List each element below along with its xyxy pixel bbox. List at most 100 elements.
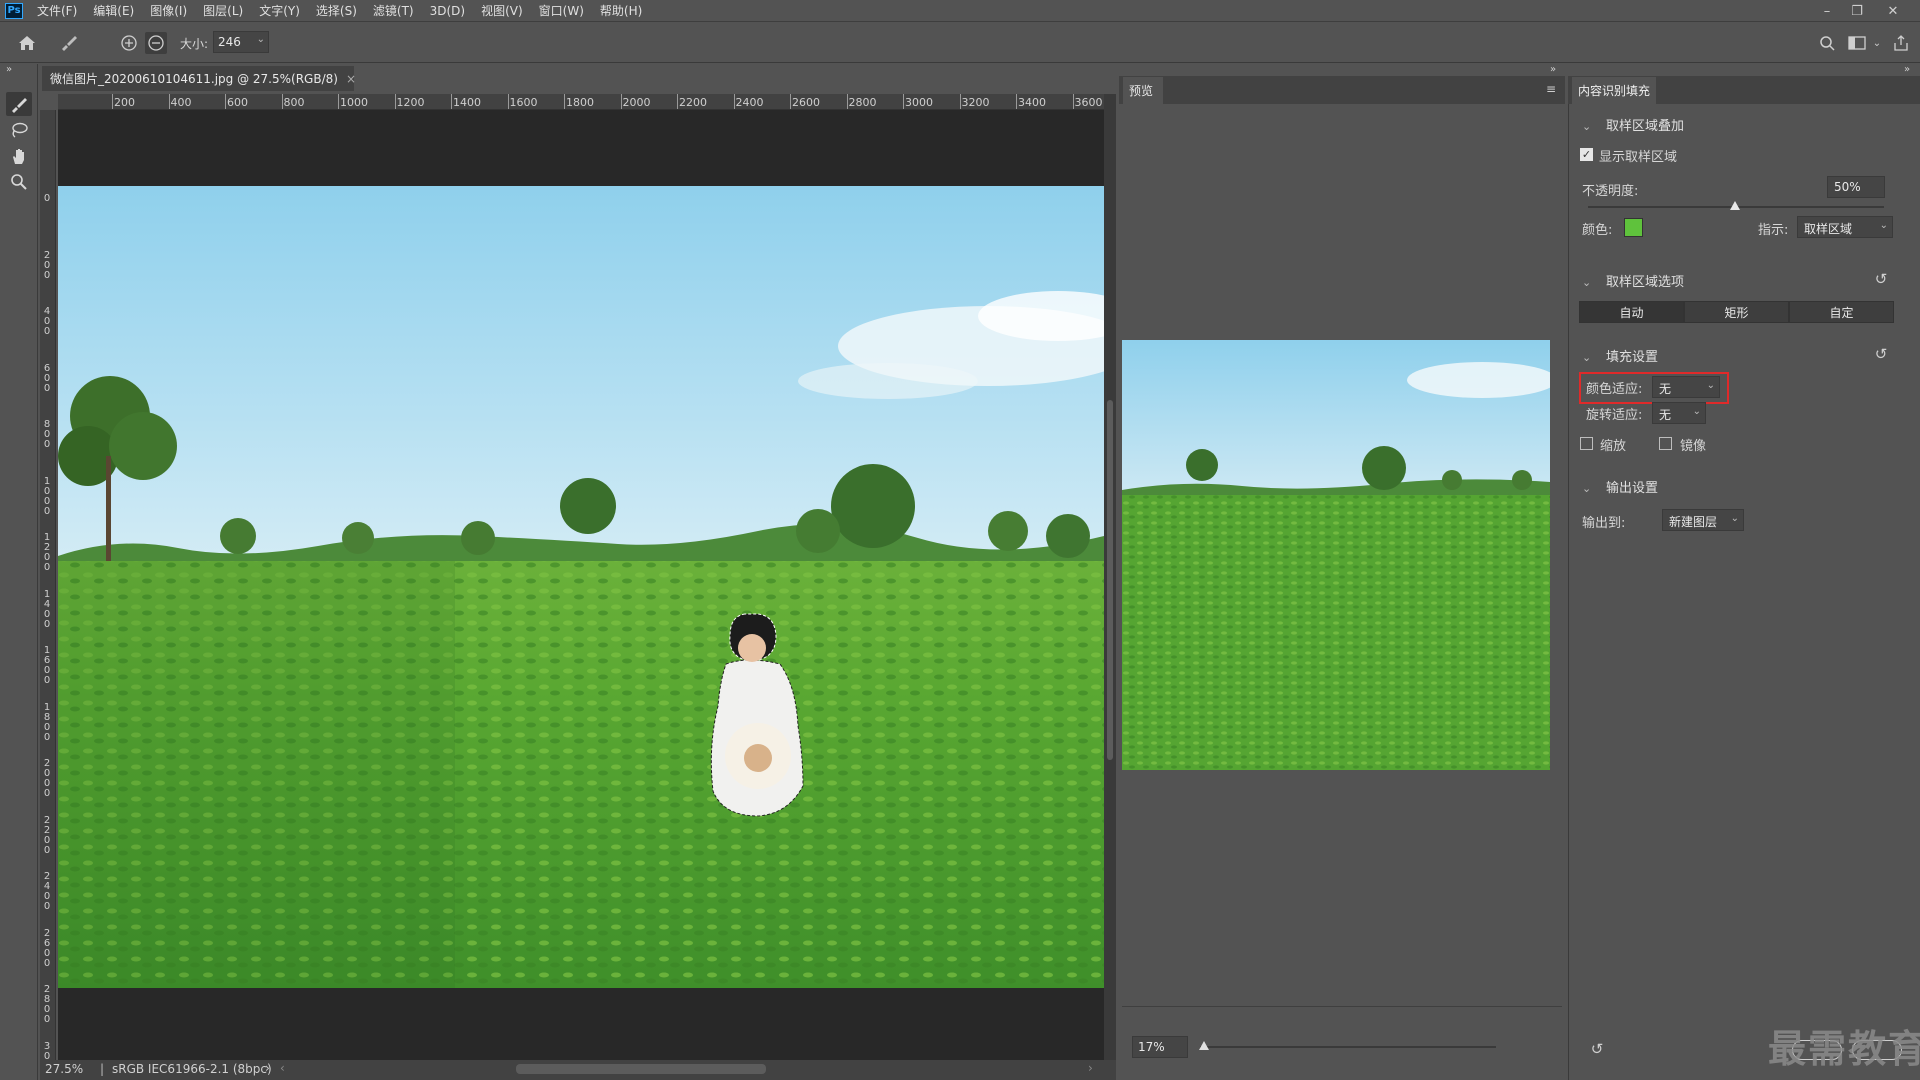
menu-select[interactable]: 选择(S) [308,0,365,22]
menu-filter[interactable]: 滤镜(T) [365,0,422,22]
scale-checkbox[interactable] [1580,437,1593,450]
add-to-sample-icon[interactable] [118,32,140,54]
ruler-label: 1800 [43,701,51,743]
ruler-label: 3400 [1018,96,1046,109]
vertical-scrollbar[interactable] [1104,94,1116,1060]
sampling-auto-button[interactable]: 自动 [1579,301,1684,323]
status-arrow-icon[interactable]: › [265,1061,270,1075]
status-separator: | [100,1062,105,1076]
opacity-label: 不透明度: [1582,184,1639,199]
ruler-label: 2800 [43,984,51,1025]
sampling-custom-button[interactable]: 自定 [1789,301,1894,323]
preview-zoom-slider[interactable] [1200,1046,1496,1048]
size-value: 246 [218,35,241,49]
overlay-color-swatch[interactable] [1624,218,1643,237]
ruler-label: 0 [43,193,51,204]
preview-tab[interactable]: 预览 [1123,77,1163,104]
ruler-label: 3200 [961,96,990,109]
scroll-right-icon[interactable]: › [1088,1061,1093,1075]
sampling-brush-tool-icon[interactable] [6,92,32,116]
ruler-tick [733,94,735,109]
chevron-down-icon: ⌄ [256,34,265,45]
document-tab[interactable]: 微信图片_20200610104611.jpg @ 27.5%(RGB/8) × [42,66,356,91]
size-label: 大小: [180,37,209,51]
ruler-label: 800 [43,419,51,450]
collapse-icon[interactable]: » [6,64,12,75]
reset-icon[interactable]: ↺ [1872,270,1890,288]
size-input[interactable]: 246 ⌄ [213,31,269,53]
sampling-rectangle-button[interactable]: 矩形 [1684,301,1789,323]
section-sampling-options[interactable]: ⌄ 取样区域选项 [1582,271,1684,290]
section-output-settings[interactable]: ⌄ 输出设置 [1582,477,1658,496]
search-icon[interactable] [1816,32,1838,54]
rotation-adapt-dropdown[interactable]: 无 ⌄ [1652,402,1706,424]
ruler-tick [338,94,339,109]
ruler-label: 2000 [43,758,51,799]
output-to-value: 新建图层 [1669,515,1718,529]
collapse-panel-right-icon[interactable]: » [1904,64,1910,75]
menu-view[interactable]: 视图(V) [473,0,531,22]
panel-menu-icon[interactable]: ≡ [1546,82,1556,96]
watermark: 最需教育 [1768,1026,1920,1071]
close-tab-icon[interactable]: × [346,72,356,86]
menu-window[interactable]: 窗口(W) [531,0,592,22]
ruler-tick [281,94,283,109]
ruler-label: 2200 [43,814,51,856]
menu-layer[interactable]: 图层(L) [195,0,251,22]
opacity-slider-knob[interactable] [1730,201,1740,210]
menu-type[interactable]: 文字(Y) [251,0,308,22]
opacity-input[interactable]: 50% [1827,176,1885,198]
ruler-label: 2200 [679,96,707,109]
scroll-left-icon[interactable]: ‹ [280,1061,285,1075]
minimize-icon[interactable]: – [1812,0,1842,22]
menu-edit[interactable]: 编辑(E) [85,0,142,22]
ruler-label: 800 [283,96,305,109]
show-sampling-label: 显示取样区域 [1599,150,1678,165]
zoom-level[interactable]: 27.5% [45,1062,83,1076]
chevron-down-icon: ⌄ [1582,120,1592,133]
ruler-label: 2800 [848,96,877,109]
reset-all-icon[interactable]: ↺ [1588,1040,1606,1058]
chevron-down-icon: ⌄ [1692,406,1701,417]
mirror-checkbox[interactable] [1659,437,1672,450]
photoshop-logo: Ps [5,2,23,19]
lasso-tool-icon[interactable] [6,118,32,142]
menu-bar: Ps 文件(F) 编辑(E) 图像(I) 图层(L) 文字(Y) 选择(S) 滤… [0,0,1920,22]
close-icon[interactable]: ✕ [1878,0,1908,22]
workspace-icon[interactable] [1846,32,1868,54]
share-icon[interactable] [1890,32,1912,54]
preview-zoom-input[interactable]: 17% [1132,1036,1188,1058]
home-icon[interactable] [16,32,38,54]
workspace-chevron-icon[interactable]: ⌄ [1866,32,1888,54]
ruler-label: 3000 [905,96,933,109]
brush-tool-icon[interactable] [58,32,80,54]
ruler-label: 400 [43,306,51,337]
output-to-dropdown[interactable]: 新建图层 ⌄ [1662,509,1744,531]
section-sampling-overlay[interactable]: ⌄ 取样区域叠加 [1582,115,1684,134]
content-aware-fill-tab[interactable]: 内容识别填充 [1572,77,1656,104]
horizontal-scroll-thumb[interactable] [516,1064,766,1074]
menu-image[interactable]: 图像(I) [142,0,195,22]
ruler-tick [846,94,848,109]
indicate-label: 指示: [1758,223,1789,238]
subtract-from-sample-icon[interactable] [145,32,167,54]
reset-icon[interactable]: ↺ [1872,345,1890,363]
show-sampling-checkbox[interactable]: ✓ [1580,148,1593,161]
collapse-panel-icon[interactable]: » [1550,64,1556,75]
scroll-thumb[interactable] [1107,400,1113,760]
menu-file[interactable]: 文件(F) [29,0,85,22]
preview-tabbar [1119,76,1565,104]
indicate-dropdown[interactable]: 取样区域 ⌄ [1797,216,1893,238]
menu-help[interactable]: 帮助(H) [592,0,650,22]
ruler-label: 1600 [43,645,51,686]
document-image[interactable] [58,186,1104,988]
zoom-tool-icon[interactable] [6,170,32,194]
chevron-down-icon: ⌄ [1730,513,1739,524]
section-fill-settings[interactable]: ⌄ 填充设置 [1582,346,1658,365]
menu-3d[interactable]: 3D(D) [422,0,473,22]
options-bar: 大小: 246 ⌄ ⌄ [0,22,1920,63]
preview-zoom-knob[interactable] [1199,1041,1209,1050]
restore-icon[interactable]: ❐ [1842,0,1872,22]
hand-tool-icon[interactable] [6,144,32,168]
ruler-label: 1600 [509,96,538,109]
